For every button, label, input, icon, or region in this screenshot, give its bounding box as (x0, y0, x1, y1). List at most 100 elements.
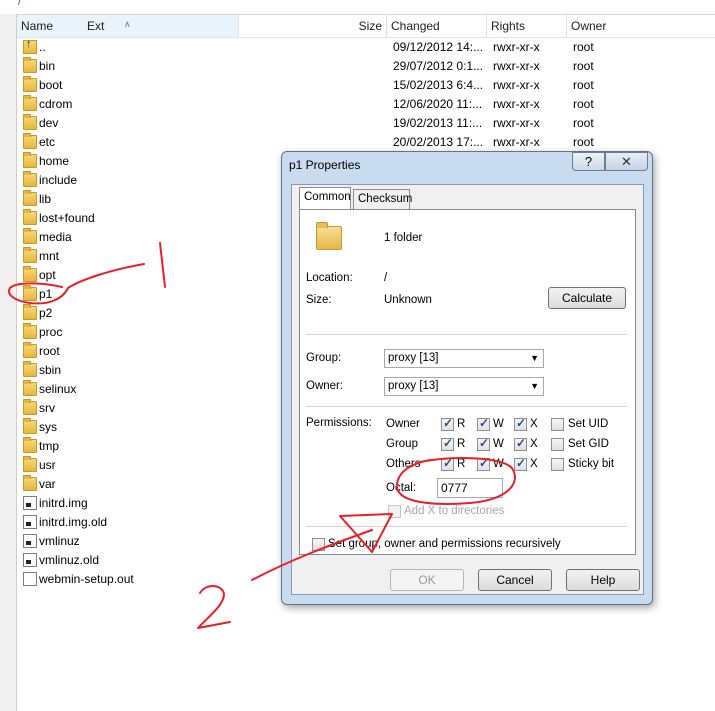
owner-read-label: R (457, 418, 466, 430)
set-uid-label: Set UID (568, 418, 609, 430)
file-name: vmlinuz (39, 534, 80, 548)
file-owner: root (573, 97, 594, 111)
left-pane-edge (0, 14, 17, 711)
title-help-button[interactable]: ? (572, 152, 605, 171)
owner-exec-label: X (530, 418, 538, 430)
mark-2-stroke (197, 585, 231, 629)
file-name: webmin-setup.out (39, 572, 134, 586)
permissions-label: Permissions: (306, 417, 372, 429)
exec-file-icon (23, 496, 37, 510)
file-name: lib (39, 192, 52, 206)
file-rights: rwxr-xr-x (493, 97, 540, 111)
perm-group-label: Group (386, 438, 418, 450)
recursive-checkbox[interactable] (312, 538, 325, 551)
owner-write-label: W (493, 418, 504, 430)
size-label: Size: (306, 294, 332, 306)
file-changed: 15/02/2013 6:4... (393, 78, 484, 92)
close-button[interactable]: ✕ (605, 152, 648, 171)
column-owner[interactable]: Owner (567, 15, 715, 37)
file-name: p1 (39, 287, 53, 301)
folder-icon (23, 247, 37, 263)
folder-icon (23, 114, 37, 130)
properties-dialog: p1 Properties ? ✕ Common Checksum 1 fold… (281, 151, 653, 605)
set-uid-checkbox[interactable] (551, 418, 564, 431)
folder-icon (23, 152, 37, 168)
file-rights: rwxr-xr-x (493, 116, 540, 130)
file-rights: rwxr-xr-x (493, 78, 540, 92)
owner-exec-checkbox[interactable] (514, 416, 527, 431)
file-list-header: Name ∧ Ext Size Changed Rights Owner (17, 15, 715, 38)
tab-common[interactable]: Common (299, 187, 351, 209)
calculate-button[interactable]: Calculate (548, 287, 626, 309)
column-name[interactable]: Name ∧ (17, 15, 239, 37)
file-name: initrd.img (39, 496, 88, 510)
others-write-checkbox[interactable] (477, 456, 490, 471)
help-button[interactable]: Help (566, 569, 640, 591)
file-row[interactable]: dev 19/02/2013 11:... rwxr-xr-x root (17, 114, 715, 133)
dialog-body: Common Checksum 1 folder Location: / Siz… (291, 184, 644, 595)
file-name: dev (39, 116, 59, 130)
column-changed[interactable]: Changed (387, 15, 487, 37)
owner-select[interactable]: proxy [13] ▼ (384, 377, 544, 396)
file-name: boot (39, 78, 63, 92)
file-name: var (39, 477, 56, 491)
file-name: include (39, 173, 78, 187)
file-name: srv (39, 401, 55, 415)
column-rights[interactable]: Rights (487, 15, 567, 37)
file-row[interactable]: bin 29/07/2012 0:1... rwxr-xr-x root (17, 57, 715, 76)
file-name: tmp (39, 439, 60, 453)
perm-owner-label: Owner (386, 418, 420, 430)
folder-icon (23, 399, 37, 415)
file-name: cdrom (39, 97, 73, 111)
tab-checksum[interactable]: Checksum (353, 189, 412, 209)
common-panel: 1 folder Location: / Size: Unknown Calcu… (299, 209, 636, 555)
size-value: Unknown (384, 294, 432, 306)
exec-file-icon (23, 515, 37, 529)
file-owner: root (573, 135, 594, 149)
exec-file-icon (23, 534, 37, 548)
folder-icon (23, 304, 37, 320)
location-label: Location: (306, 272, 353, 284)
group-exec-checkbox[interactable] (514, 436, 527, 451)
ok-button[interactable]: OK (390, 569, 464, 591)
column-size[interactable]: Size (239, 15, 387, 37)
group-select[interactable]: proxy [13] ▼ (384, 349, 544, 368)
divider (306, 406, 627, 407)
octal-input[interactable]: 0777 (437, 478, 503, 498)
file-name: bin (39, 59, 56, 73)
others-read-checkbox[interactable] (441, 456, 454, 471)
folder-icon (23, 380, 37, 396)
group-read-label: R (457, 438, 466, 450)
others-exec-checkbox[interactable] (514, 456, 527, 471)
owner-label: Owner: (306, 380, 344, 392)
file-name: selinux (39, 382, 77, 396)
file-owner: root (573, 40, 594, 54)
others-write-label: W (493, 458, 504, 470)
add-x-checkbox[interactable] (388, 505, 401, 518)
file-row[interactable]: .. 09/12/2012 14:... rwxr-xr-x root (17, 38, 715, 57)
folder-icon (23, 437, 37, 453)
sticky-bit-checkbox[interactable] (551, 458, 564, 471)
owner-read-checkbox[interactable] (441, 416, 454, 431)
folder-icon (316, 222, 342, 250)
group-read-checkbox[interactable] (441, 436, 454, 451)
file-row[interactable]: cdrom 12/06/2020 11:... rwxr-xr-x root (17, 95, 715, 114)
file-name: opt (39, 268, 56, 282)
exec-file-icon (23, 553, 37, 567)
file-rights: rwxr-xr-x (493, 40, 540, 54)
owner-write-checkbox[interactable] (477, 416, 490, 431)
file-owner: root (573, 116, 594, 130)
cancel-button[interactable]: Cancel (478, 569, 552, 591)
divider (306, 526, 627, 527)
sort-arrow-icon: ∧ (124, 19, 131, 29)
group-write-checkbox[interactable] (477, 436, 490, 451)
others-read-label: R (457, 458, 466, 470)
file-row[interactable]: boot 15/02/2013 6:4... rwxr-xr-x root (17, 76, 715, 95)
file-row[interactable]: etc 20/02/2013 17:... rwxr-xr-x root (17, 133, 715, 152)
parent-dir-icon (23, 38, 37, 54)
sticky-bit-label: Sticky bit (568, 458, 615, 470)
perm-others-label: Others (386, 458, 421, 470)
set-gid-checkbox[interactable] (551, 438, 564, 451)
chevron-down-icon: ▼ (530, 353, 539, 363)
folder-icon (23, 475, 37, 491)
